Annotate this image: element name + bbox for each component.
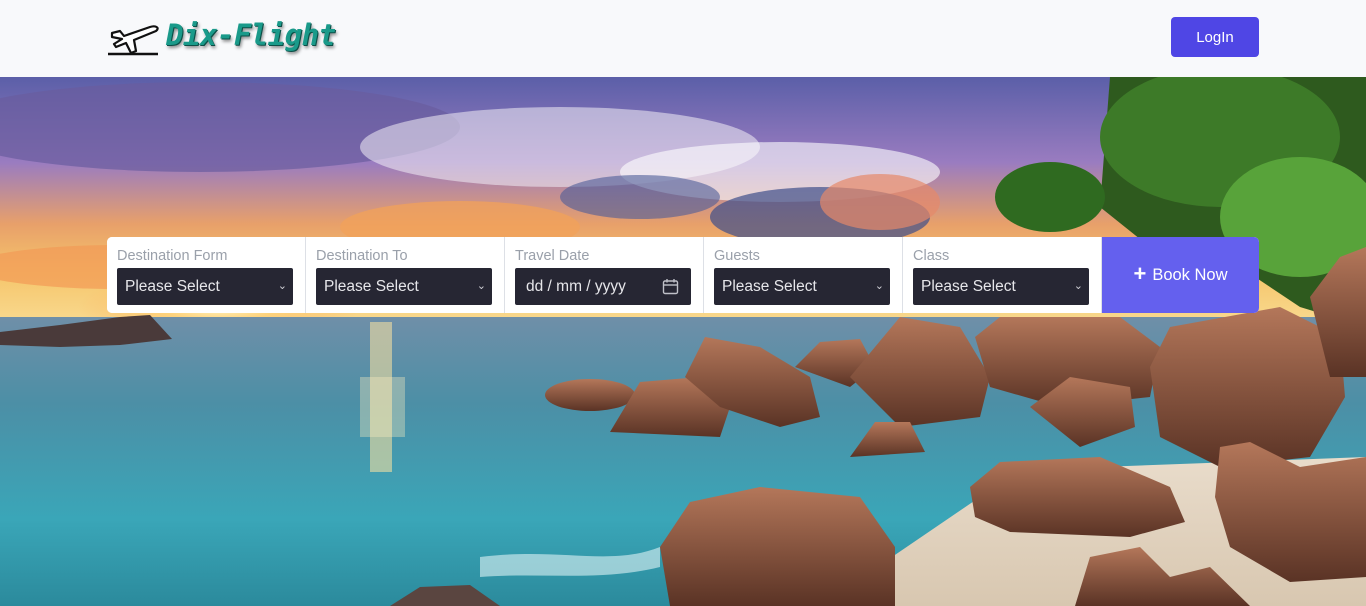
travel-date-value: dd / mm / yyyy	[526, 278, 626, 295]
brand-name: Dix-Flight	[166, 18, 336, 52]
chevron-down-icon: ⌄	[277, 280, 287, 292]
field-guests: Guests Please Select ⌄	[704, 237, 903, 313]
booking-form: Destination Form Please Select ⌄ Destina…	[107, 237, 1259, 313]
beach-sunset-image	[0, 77, 1366, 606]
destination-to-value: Please Select	[324, 278, 419, 295]
book-now-button[interactable]: + Book Now	[1102, 237, 1259, 313]
chevron-down-icon: ⌄	[874, 280, 884, 292]
airplane-icon	[108, 25, 159, 56]
class-value: Please Select	[921, 278, 1016, 295]
class-select[interactable]: Please Select ⌄	[913, 268, 1089, 305]
hero-banner	[0, 77, 1366, 606]
destination-from-label: Destination Form	[117, 248, 228, 264]
chevron-down-icon: ⌄	[476, 280, 486, 292]
plus-icon: +	[1133, 261, 1147, 286]
destination-to-label: Destination To	[316, 248, 408, 264]
destination-to-select[interactable]: Please Select ⌄	[316, 268, 492, 305]
brand-logo-link[interactable]: Dix-Flight	[106, 12, 336, 58]
book-now-label: Book Now	[1152, 265, 1228, 284]
navbar: Dix-Flight LogIn	[0, 0, 1366, 77]
destination-from-select[interactable]: Please Select ⌄	[117, 268, 293, 305]
destination-from-value: Please Select	[125, 278, 220, 295]
field-class: Class Please Select ⌄	[903, 237, 1102, 313]
field-destination-to: Destination To Please Select ⌄	[306, 237, 505, 313]
guests-label: Guests	[714, 248, 760, 264]
travel-date-label: Travel Date	[515, 248, 590, 264]
guests-select[interactable]: Please Select ⌄	[714, 268, 890, 305]
login-button[interactable]: LogIn	[1171, 17, 1259, 57]
field-travel-date: Travel Date dd / mm / yyyy	[505, 237, 704, 313]
chevron-down-icon: ⌄	[1073, 280, 1083, 292]
guests-value: Please Select	[722, 278, 817, 295]
calendar-icon[interactable]	[662, 278, 679, 295]
travel-date-input[interactable]: dd / mm / yyyy	[515, 268, 691, 305]
class-label: Class	[913, 248, 950, 264]
field-destination-from: Destination Form Please Select ⌄	[107, 237, 306, 313]
